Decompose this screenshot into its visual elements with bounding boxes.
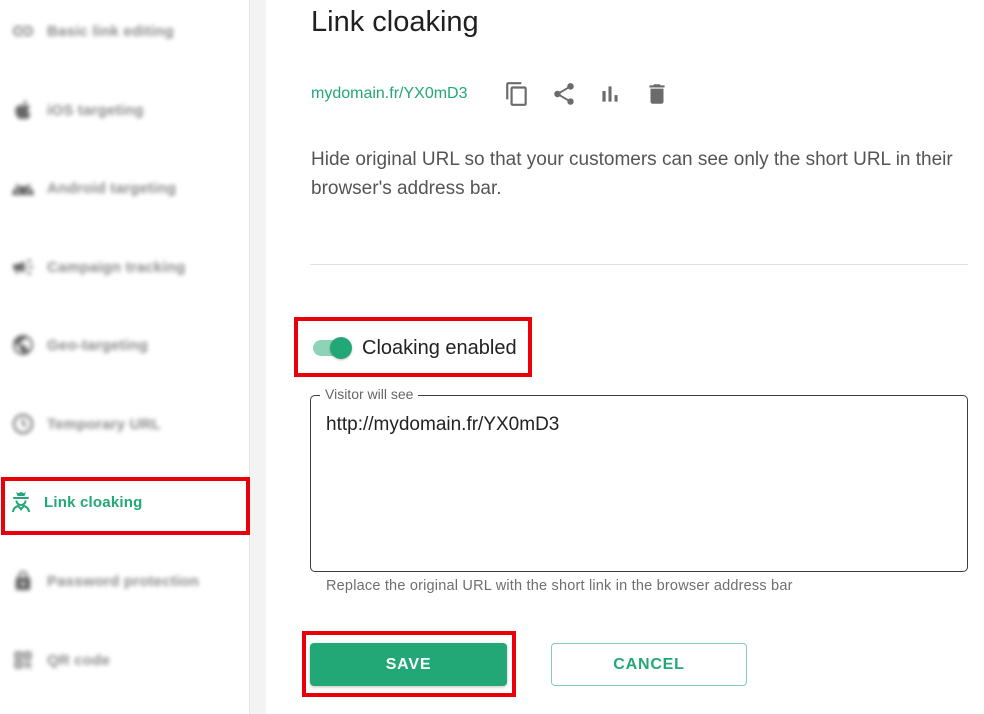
short-link[interactable]: mydomain.fr/YX0mD3	[311, 85, 468, 103]
apple-icon	[10, 97, 36, 123]
sidebar-item-label: Android targeting	[47, 179, 177, 197]
page-title: Link cloaking	[311, 6, 479, 38]
link-icon	[10, 18, 36, 44]
sidebar-item-label: Campaign tracking	[47, 258, 186, 276]
sidebar-item-ios-targeting[interactable]: iOS targeting	[0, 90, 249, 130]
copy-icon[interactable]	[503, 80, 531, 108]
feature-description: Hide original URL so that your customers…	[311, 149, 953, 199]
sidebar-item-label: QR code	[47, 651, 111, 669]
highlight-save-button	[302, 631, 516, 697]
sidebar-item-label: Geo-targeting	[47, 336, 148, 354]
divider	[310, 264, 968, 265]
content-gutter	[250, 0, 266, 714]
globe-icon	[10, 332, 36, 358]
sidebar-item-campaign-tracking[interactable]: Campaign tracking	[0, 247, 249, 287]
sidebar-item-password-protection[interactable]: Password protection	[0, 561, 249, 601]
sidebar-item-label: Basic link editing	[47, 22, 174, 40]
sidebar-item-label: Temporary URL	[47, 415, 162, 433]
android-icon	[10, 175, 36, 201]
trash-icon[interactable]	[643, 80, 671, 108]
sidebar-item-qr-code[interactable]: QR code	[0, 640, 249, 680]
qr-code-icon	[10, 647, 36, 673]
sidebar-item-android-targeting[interactable]: Android targeting	[0, 168, 249, 208]
megaphone-icon	[10, 254, 36, 280]
visitor-url-field-label: Visitor will see	[320, 386, 419, 402]
sidebar-item-temporary-url[interactable]: Temporary URL	[0, 404, 249, 444]
highlight-cloaking-toggle	[294, 317, 532, 377]
field-helper-text: Replace the original URL with the short …	[326, 578, 793, 594]
bar-chart-icon[interactable]	[596, 80, 624, 108]
sidebar-item-label: iOS targeting	[47, 101, 144, 119]
clock-icon	[10, 411, 36, 437]
sidebar-item-geo-targeting[interactable]: Geo-targeting	[0, 325, 249, 365]
visitor-url-value[interactable]: http://mydomain.fr/YX0mD3	[326, 414, 559, 436]
lock-icon	[10, 568, 36, 594]
sidebar-item-label: Password protection	[47, 572, 200, 590]
sidebar: Basic link editing iOS targeting Android…	[0, 0, 250, 714]
sidebar-item-basic-link-editing[interactable]: Basic link editing	[0, 11, 249, 51]
share-icon[interactable]	[550, 80, 578, 108]
cancel-button[interactable]: CANCEL	[551, 643, 747, 686]
highlight-sidebar-link-cloaking	[1, 477, 250, 535]
